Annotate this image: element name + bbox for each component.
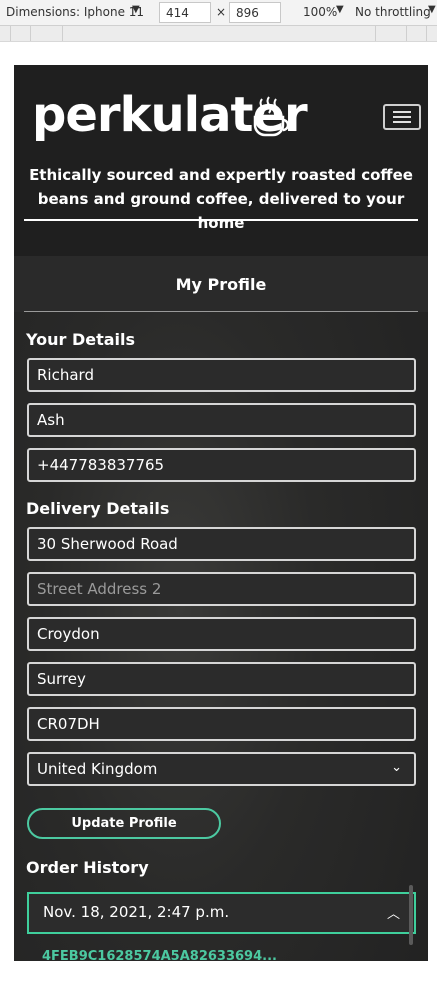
chevron-down-icon[interactable]: ▼ <box>336 4 344 15</box>
zoom-select[interactable]: 100% <box>303 5 337 19</box>
divider <box>24 219 418 221</box>
order-number-link[interactable]: 4FEB9C1628574A5A82633694... <box>42 949 277 961</box>
coffee-cup-icon <box>253 96 290 137</box>
street-address-1-field[interactable]: 30 Sherwood Road <box>27 527 416 561</box>
device-dimensions-select[interactable]: Dimensions: Iphone 11 <box>6 5 144 19</box>
site-header: perkulater Ethically sourced and expertl… <box>14 65 428 256</box>
street-address-2-field[interactable]: Street Address 2 <box>27 572 416 606</box>
town-field[interactable]: Croydon <box>27 617 416 651</box>
menu-toggle-button[interactable] <box>383 104 421 130</box>
order-history-heading: Order History <box>26 858 149 877</box>
height-input[interactable] <box>229 2 281 23</box>
chevron-up-icon: ︿ <box>386 907 400 922</box>
country-select[interactable]: United Kingdom ⌄ <box>27 752 416 786</box>
width-input[interactable] <box>159 2 211 23</box>
update-profile-button[interactable]: Update Profile <box>27 808 221 839</box>
page-title: My Profile <box>175 275 267 294</box>
divider <box>24 311 418 312</box>
device-viewport: perkulater Ethically sourced and expertl… <box>14 65 428 961</box>
site-tagline: Ethically sourced and expertly roasted c… <box>29 166 413 232</box>
chevron-down-icon[interactable]: ▼ <box>132 4 140 15</box>
throttling-select[interactable]: No throttling <box>355 5 431 19</box>
order-date: Nov. 18, 2021, 2:47 p.m. <box>43 903 230 921</box>
your-details-heading: Your Details <box>26 330 136 349</box>
county-field[interactable]: Surrey <box>27 662 416 696</box>
last-name-field[interactable]: Ash <box>27 403 416 437</box>
hamburger-icon <box>393 111 411 113</box>
phone-field[interactable]: +447783837765 <box>27 448 416 482</box>
postcode-field[interactable]: CR07DH <box>27 707 416 741</box>
times-label: × <box>216 5 227 19</box>
first-name-field[interactable]: Richard <box>27 358 416 392</box>
country-value: United Kingdom <box>37 760 158 778</box>
scrollbar[interactable] <box>409 885 413 945</box>
chevron-down-icon[interactable]: ▼ <box>428 4 436 15</box>
media-query-ruler[interactable] <box>0 26 437 42</box>
delivery-details-heading: Delivery Details <box>26 499 170 518</box>
devtools-toolbar: Dimensions: Iphone 11 ▼ × 100% ▼ No thro… <box>0 0 437 26</box>
chevron-down-icon: ⌄ <box>391 760 402 775</box>
order-history-row[interactable]: Nov. 18, 2021, 2:47 p.m. ︿ <box>27 892 416 934</box>
